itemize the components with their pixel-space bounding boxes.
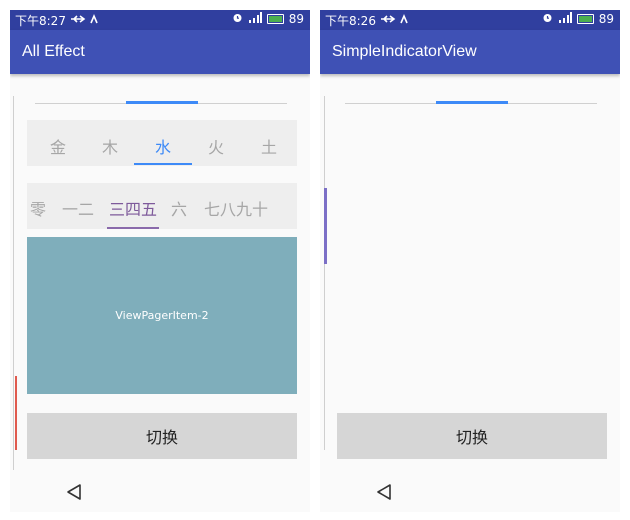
tab-indicator [134,163,192,165]
tab-element-1[interactable]: 木 [83,134,137,158]
view-pager[interactable]: ViewPagerItem-2 [27,237,297,394]
tab-strip-numbers: 零 一二 三四五 六 七八九十 [27,183,297,229]
usb-icon [380,13,410,28]
usb-icon [70,13,100,28]
tab-element-4[interactable]: 土 [242,134,296,158]
alarm-icon [232,12,243,26]
top-indicator [436,101,508,104]
tab-element-3[interactable]: 火 [189,134,243,158]
app-title: SimpleIndicatorView [332,43,477,60]
tab-number-4[interactable]: 七八九十 [204,196,268,220]
status-time: 下午8:26 [325,14,376,28]
left-indicator [324,188,327,264]
left-screen: 下午8:27 89 All Effect 金 木 水 火 土 零 一二 三四五 … [10,10,310,512]
signal-icon [248,12,262,26]
app-title: All Effect [22,43,85,60]
nav-bar [10,474,310,512]
switch-button[interactable]: 切换 [27,413,297,459]
top-indicator [126,101,198,104]
status-bar: 下午8:27 89 [10,10,310,30]
status-bar: 下午8:26 89 [320,10,620,30]
alarm-icon [542,12,553,26]
tab-strip-elements: 金 木 水 火 土 [27,120,297,166]
status-time: 下午8:27 [15,14,66,28]
left-indicator-track [13,96,14,470]
tab-number-3[interactable]: 六 [171,196,187,220]
left-indicator-track [324,96,325,450]
app-bar: SimpleIndicatorView [320,30,620,74]
battery-level: 89 [598,12,614,26]
tab-number-1[interactable]: 一二 [62,196,94,220]
main-content: 切换 [320,74,620,474]
pager-item-label: ViewPagerItem-2 [115,309,209,322]
back-icon[interactable] [376,483,392,501]
right-screen: 下午8:26 89 SimpleIndicatorView 切换 [320,10,620,512]
main-content: 金 木 水 火 土 零 一二 三四五 六 七八九十 ViewPagerItem-… [10,74,310,474]
battery-icon [576,14,594,24]
back-icon[interactable] [66,483,82,501]
app-bar: All Effect [10,30,310,74]
tab-number-0[interactable]: 零 [30,196,46,220]
tab-element-2[interactable]: 水 [136,134,190,158]
tab-number-2[interactable]: 三四五 [109,196,157,220]
nav-bar [320,474,620,512]
tab-indicator [107,227,159,229]
tab-element-0[interactable]: 金 [31,134,85,158]
left-indicator [15,376,17,450]
battery-icon [266,14,284,24]
signal-icon [558,12,572,26]
battery-level: 89 [288,12,304,26]
switch-button[interactable]: 切换 [337,413,607,459]
